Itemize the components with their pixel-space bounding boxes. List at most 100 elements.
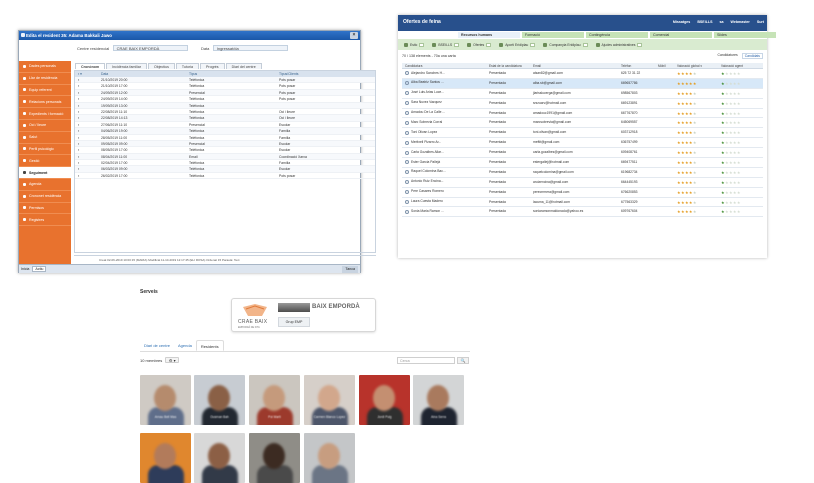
rating-stars[interactable]: ★★★★★: [677, 91, 697, 96]
rating-stars[interactable]: ★★★★★: [721, 150, 741, 155]
serveis-tab[interactable]: Agenda: [174, 340, 196, 351]
menu-item[interactable]: BSEILLS: [697, 20, 712, 24]
rating-stars[interactable]: ★★★★★: [677, 101, 697, 106]
filter-item[interactable]: Companyia Eridiplau: [543, 42, 588, 47]
candidate-name[interactable]: José Luis Arias Luce...: [411, 88, 444, 98]
candidate-name[interactable]: Antonio Ruiz Encina...: [411, 177, 443, 187]
rating-stars[interactable]: ★★★★★: [721, 180, 741, 185]
table-row[interactable]: Laura Cuesta Madero Presentada lacuma_11@h…: [402, 198, 763, 208]
table-row[interactable]: Antonio Ruiz Encina... Presentada aruizenc…: [402, 178, 763, 188]
rating-stars[interactable]: ★★★★★: [677, 130, 697, 135]
table-row[interactable]: Pere Casares Romero Presentada perecrrmera…: [402, 188, 763, 198]
table-row[interactable]: Sonia Maria Ramon ... Presentada soniaramo…: [402, 207, 763, 218]
rating-stars[interactable]: ★★★★★: [677, 140, 697, 145]
filter-checkbox[interactable]: [486, 42, 492, 47]
column-header[interactable]: Mòbil: [658, 63, 677, 68]
candidate-name[interactable]: Laura Cuesta Madero: [411, 197, 443, 207]
filter-item[interactable]: Estic: [404, 42, 425, 47]
candidate-name[interactable]: Ester Garcia Pallejà: [411, 158, 440, 168]
tab-0[interactable]: Cronònom: [75, 63, 106, 69]
rating-stars[interactable]: ★★★★★: [677, 190, 697, 195]
column-header[interactable]: Valoració global ▾: [677, 63, 721, 68]
tab-3[interactable]: Tutoria: [175, 63, 199, 69]
table-row[interactable]: Sara Nuvez Vazquez Presentada snuvazv@hotm…: [402, 99, 763, 109]
search-input[interactable]: Cerca: [397, 357, 455, 364]
tab-5[interactable]: Diari del centre: [225, 63, 262, 69]
resident-photo[interactable]: [194, 433, 245, 483]
resident-photo[interactable]: Jordi Puig: [359, 375, 410, 425]
rating-stars[interactable]: ★★★★★: [721, 170, 741, 175]
rating-stars[interactable]: ★★★★★: [677, 71, 697, 76]
candidate-name[interactable]: Sonia Maria Ramon ...: [411, 207, 444, 217]
rating-stars[interactable]: ★★★★★: [677, 150, 697, 155]
gear-icon[interactable]: ⚙ ▾: [165, 357, 180, 363]
centre-field[interactable]: CRAE BAIX EMPORDÀ: [112, 45, 188, 51]
rating-stars[interactable]: ★★★★★: [721, 91, 741, 96]
table-row[interactable]: Alejandro Sanches H... Presentada alsan82@…: [402, 69, 763, 79]
rating-stars[interactable]: ★★★★★: [677, 120, 697, 125]
candidate-name[interactable]: Sara Nuvez Vazquez: [411, 98, 442, 108]
rating-stars[interactable]: ★★★★★: [721, 120, 741, 125]
rating-stars[interactable]: ★★★★★: [721, 140, 741, 145]
tab-1[interactable]: Incidència familiar: [106, 63, 147, 69]
filter-checkbox[interactable]: [582, 42, 588, 47]
resident-photo[interactable]: Pol Martí: [249, 375, 300, 425]
rating-stars[interactable]: ★★★★★: [721, 130, 741, 135]
sidebar-item[interactable]: Salut: [19, 132, 71, 144]
window-titlebar[interactable]: Edita el resident 35: Adama Bakkali Jawo…: [19, 31, 360, 40]
taskbar-close-button[interactable]: Tanca: [342, 266, 358, 273]
candidate-name[interactable]: Carla Gozalbes Allar...: [411, 148, 444, 158]
close-icon[interactable]: ×: [350, 32, 358, 39]
rating-stars[interactable]: ★★★★★: [721, 101, 741, 106]
view-tab[interactable]: Candidats: [741, 53, 763, 59]
resident-photo[interactable]: [140, 433, 191, 483]
rating-stars[interactable]: ★★★★★: [677, 111, 697, 116]
menu-item[interactable]: Missatges: [673, 20, 690, 24]
rating-stars[interactable]: ★★★★★: [677, 160, 697, 165]
column-header[interactable]: Candidatura: [402, 63, 489, 68]
menu-item[interactable]: Surt: [757, 20, 764, 24]
filter-checkbox[interactable]: [637, 42, 643, 47]
view-tab[interactable]: Candidatures: [718, 53, 738, 59]
filter-item[interactable]: Ofertes: [467, 42, 492, 47]
offers-tab[interactable]: Formació: [522, 32, 584, 38]
rating-stars[interactable]: ★★★★★: [721, 81, 741, 86]
offers-tab[interactable]: Recursos humans: [458, 32, 520, 38]
table-row[interactable]: Ester Garcia Pallejà Presentada estergalle…: [402, 158, 763, 168]
sidebar-item[interactable]: Perfil psicològic: [19, 144, 71, 156]
candidate-name[interactable]: Pere Casares Romero: [411, 187, 444, 197]
sidebar-item[interactable]: Oci / lleure: [19, 120, 71, 132]
candidate-name[interactable]: Alejandro Sanches H...: [411, 69, 445, 79]
sidebar-item[interactable]: Permisos: [19, 203, 71, 215]
sidebar-item[interactable]: Seguiment: [19, 167, 71, 179]
filter-item[interactable]: Ajudes administratives: [595, 42, 643, 47]
sidebar-item[interactable]: Gestió: [19, 155, 71, 168]
sidebar-item[interactable]: Registres: [19, 214, 71, 227]
table-row[interactable]: Amadou De La Calle ... Presentada amadouc1…: [402, 109, 763, 119]
candidate-name[interactable]: Toni Olivan Lopez: [411, 128, 437, 138]
rating-stars[interactable]: ★★★★★: [677, 81, 697, 86]
sidebar-item[interactable]: Equip referent: [19, 85, 71, 97]
table-row[interactable]: Toni Olivan Lopez Presentada toni.olivan@g…: [402, 128, 763, 139]
tab-4[interactable]: Progrés: [199, 63, 225, 69]
table-row[interactable]: Carla Gozalbes Allar... Presentada carla.g…: [402, 148, 763, 159]
candidate-name[interactable]: Meritxell Pizarro Ar...: [411, 138, 441, 148]
rating-stars[interactable]: ★★★★★: [721, 209, 741, 214]
table-row[interactable]: Raquel Colomina Bac... Presentada raquelco…: [402, 168, 763, 178]
sidebar-item[interactable]: Expedients i formació: [19, 108, 71, 120]
offers-tab[interactable]: Contingència: [586, 32, 648, 38]
filter-item[interactable]: BSEILLS: [432, 42, 460, 47]
column-header[interactable]: Estat de la candidatura: [489, 63, 533, 68]
filter-checkbox[interactable]: [454, 42, 460, 47]
rating-stars[interactable]: ★★★★★: [721, 160, 741, 165]
resident-photo[interactable]: Carmen Blanco Lopez: [304, 375, 355, 425]
search-icon[interactable]: 🔍: [457, 357, 469, 364]
sidebar-item[interactable]: Relacions personals: [19, 96, 71, 109]
menu-item[interactable]: Webmaster: [731, 20, 750, 24]
filter-item[interactable]: Aporti Eridiplau: [499, 42, 536, 47]
serveis-tab[interactable]: Diari de centre: [140, 340, 174, 351]
table-row[interactable]: Marc Sobrevia Corral Presentada marcsobrev…: [402, 118, 763, 129]
rating-stars[interactable]: ★★★★★: [677, 209, 697, 214]
tab-2[interactable]: Objectius: [147, 63, 175, 69]
offers-tab[interactable]: Comercial: [650, 32, 712, 38]
